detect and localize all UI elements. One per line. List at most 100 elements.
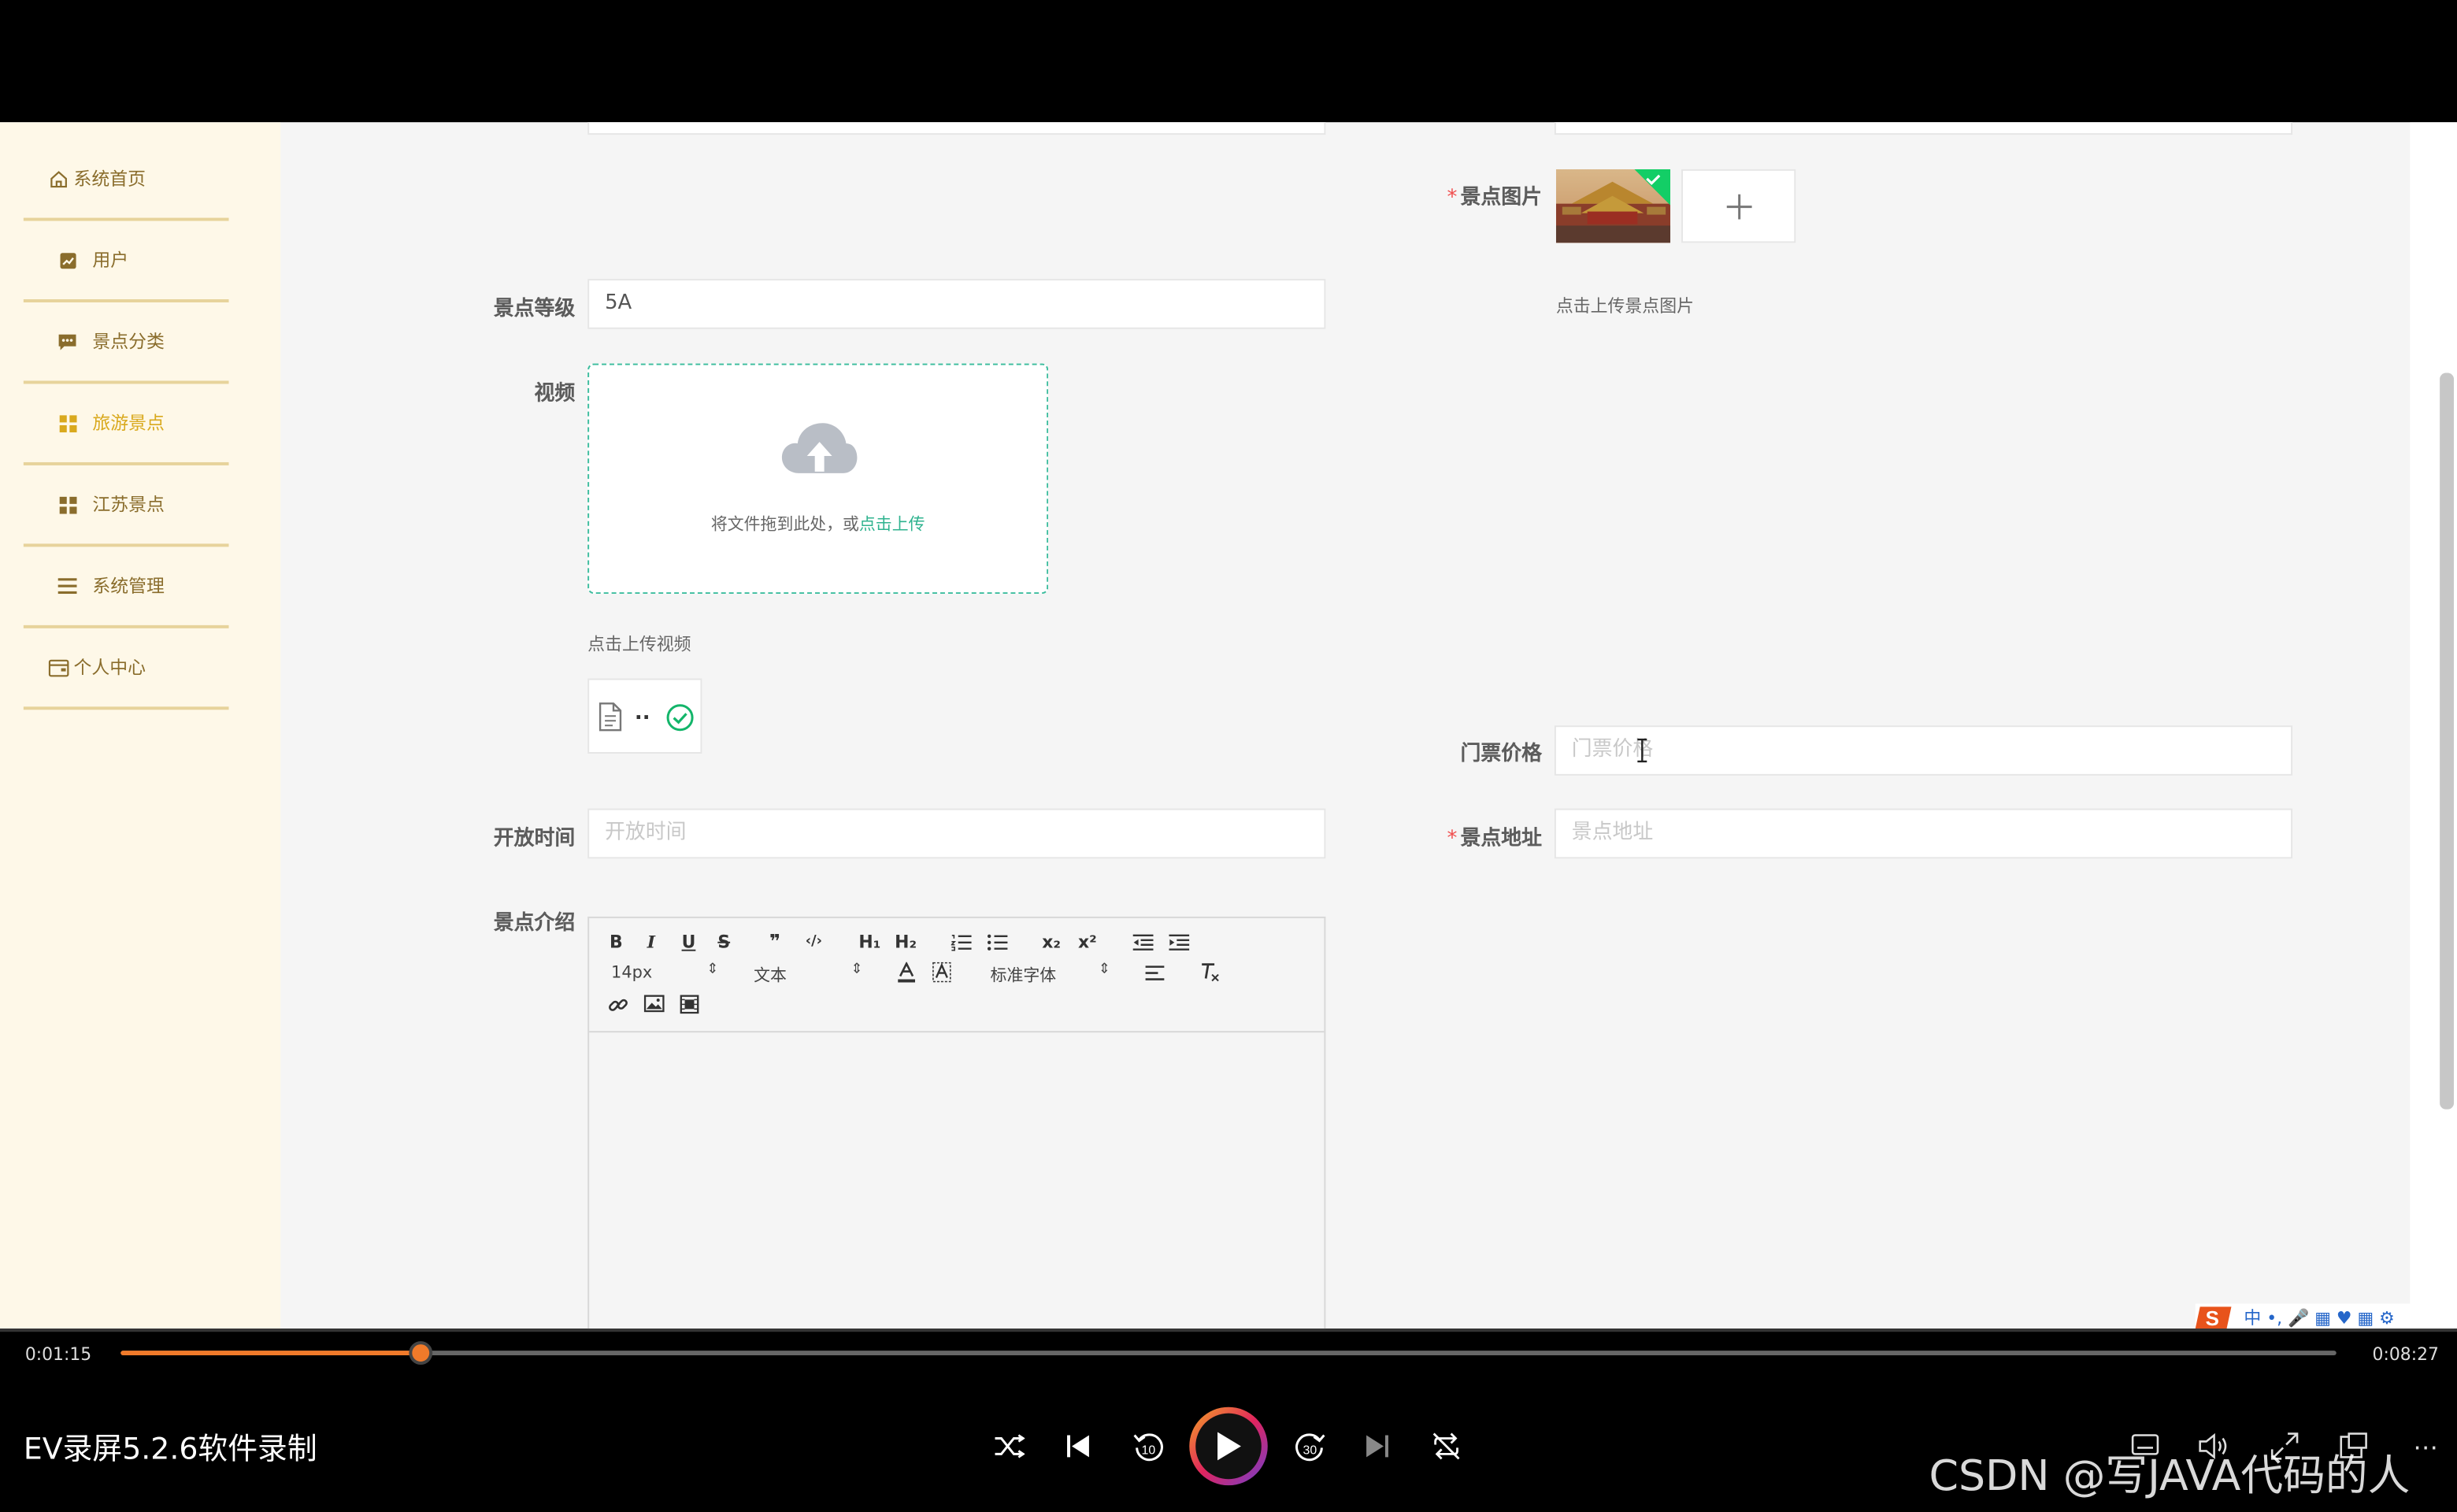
sidebar-item-label: 景点分类 (92, 330, 165, 353)
sidebar-item-home[interactable]: 系统首页 (23, 139, 229, 221)
bold-button[interactable]: B (610, 932, 623, 953)
image-upload-hint: 点击上传景点图片 (1555, 296, 1694, 317)
svg-text:S: S (2206, 1308, 2219, 1329)
align-icon[interactable] (1145, 965, 1165, 981)
font-color-icon[interactable] (898, 962, 916, 983)
address-label: * 景点地址 (1447, 827, 1542, 851)
underline-button[interactable]: U (682, 932, 696, 953)
repeat-off-button[interactable] (1429, 1429, 1464, 1464)
editor-content-area[interactable] (589, 1032, 1324, 1329)
indent-icon[interactable] (1169, 934, 1190, 951)
menu-icon (55, 573, 80, 598)
font-family-caret-icon: ⇕ (1098, 962, 1110, 978)
video-upload-dragger[interactable]: 将文件拖到此处，或点击上传 (587, 363, 1049, 595)
link-icon[interactable] (608, 995, 628, 1015)
grid-icon (55, 492, 80, 517)
image-icon[interactable] (643, 995, 665, 1013)
recording-title: EV录屏5.2.6软件录制 (23, 1432, 317, 1467)
sidebar-item-profile[interactable]: 个人中心 (23, 628, 229, 710)
video-label: 视频 (534, 382, 576, 406)
input-cut-top-left[interactable] (587, 122, 1326, 135)
h1-button[interactable]: H₁ (858, 932, 880, 953)
header-select[interactable]: 文本 (754, 964, 787, 988)
h2-button[interactable]: H₂ (895, 932, 917, 953)
more-icon: ⋯ (2413, 1431, 2439, 1462)
clear-format-icon[interactable] (1200, 962, 1221, 983)
total-time: 0:08:27 (2372, 1344, 2439, 1365)
editor-toolbar: B I U S ❞ ‹/› H₁ H₂ x₂ x² 14px ⇕ 文本 ⇕ 标准… (589, 918, 1325, 1033)
repeat-off-icon (1432, 1432, 1460, 1460)
price-label: 门票价格 (1460, 743, 1542, 766)
sidebar-item-users[interactable]: 用户 (23, 221, 229, 303)
file-icon (598, 702, 622, 732)
ordered-list-icon[interactable] (951, 934, 972, 951)
font-size-select[interactable]: 14px (611, 964, 652, 983)
csdn-watermark: CSDN @写JAVA代码的人 (1929, 1452, 2411, 1502)
price-input[interactable]: 门票价格 (1554, 725, 2293, 776)
wallet-icon (46, 655, 71, 680)
previous-button[interactable] (1062, 1431, 1094, 1462)
input-cut-top-right[interactable] (1554, 122, 2293, 135)
svg-text:30: 30 (1303, 1443, 1317, 1457)
sidebar-item-tourist-spots[interactable]: 旅游景点 (23, 384, 229, 465)
font-size-caret-icon: ⇕ (706, 962, 719, 978)
open-time-label: 开放时间 (493, 827, 576, 851)
sidebar-item-label: 系统管理 (92, 575, 165, 598)
rich-text-editor: B I U S ❞ ‹/› H₁ H₂ x₂ x² 14px ⇕ 文本 ⇕ 标准… (587, 916, 1326, 1329)
video-icon[interactable] (680, 995, 699, 1014)
sidebar-item-label: 江苏景点 (92, 493, 165, 516)
superscript-button[interactable]: x² (1078, 932, 1097, 953)
page-scrollbar[interactable] (2440, 372, 2455, 1110)
rewind-10-icon: 10 (1133, 1433, 1163, 1462)
subscript-button[interactable]: x₂ (1042, 932, 1061, 953)
upload-drag-text: 将文件拖到此处，或点击上传 (710, 515, 925, 535)
progress-knob[interactable] (409, 1341, 432, 1365)
ime-mode-icon: 中 •, 🎤 ▦ ♥ ▦ ⚙ (2244, 1308, 2395, 1329)
success-check-icon (666, 704, 694, 732)
home-icon (46, 166, 71, 191)
bullet-list-icon[interactable] (987, 934, 1008, 951)
outdent-icon[interactable] (1132, 934, 1154, 951)
progress-track[interactable] (120, 1341, 2337, 1365)
grid-icon (55, 410, 80, 435)
level-input[interactable]: 5A (587, 279, 1326, 329)
shuffle-icon (995, 1434, 1025, 1458)
progress-fill (120, 1351, 421, 1356)
skip-previous-icon (1067, 1435, 1089, 1458)
player-top-border (0, 1329, 2457, 1332)
font-family-select[interactable]: 标准字体 (991, 964, 1057, 988)
sidebar-item-label: 用户 (92, 249, 129, 272)
ime-toolbar[interactable]: S 中 •, 🎤 ▦ ♥ ▦ ⚙ (2195, 1303, 2455, 1329)
cloud-upload-icon (781, 423, 858, 473)
play-icon (1217, 1432, 1241, 1461)
click-upload-link[interactable]: 点击上传 (859, 516, 925, 535)
skip-next-icon (1366, 1435, 1388, 1458)
forward-30-button[interactable]: 30 (1292, 1428, 1329, 1466)
app-window: 系统首页 用户 景点分类 旅游景点 江苏景点 系统管理 个人中心 * 景点图片 … (0, 122, 2457, 1329)
next-button[interactable] (1362, 1431, 1393, 1462)
add-image-button[interactable] (1681, 169, 1796, 243)
code-button[interactable]: ‹/› (806, 934, 822, 950)
play-button-inner (1195, 1413, 1262, 1480)
shuffle-button[interactable] (992, 1431, 1027, 1462)
sidebar-item-jiangsu-spots[interactable]: 江苏景点 (23, 465, 229, 547)
uploaded-image-thumbnail[interactable] (1555, 169, 1671, 243)
uploaded-video-item[interactable]: .. (587, 678, 702, 754)
italic-button[interactable]: I (647, 932, 655, 953)
open-time-input[interactable]: 开放时间 (587, 808, 1326, 859)
header-caret-icon: ⇕ (850, 962, 863, 978)
address-input[interactable]: 景点地址 (1554, 808, 2293, 859)
sidebar-item-system[interactable]: 系统管理 (23, 547, 229, 628)
rewind-10-button[interactable]: 10 (1130, 1428, 1168, 1466)
forward-30-icon: 30 (1295, 1433, 1325, 1462)
video-player-controls: 0:01:15 0:08:27 EV录屏5.2.6软件录制 10 30 ⋯ CS… (0, 1329, 2457, 1512)
play-button[interactable] (1189, 1406, 1268, 1486)
strike-button[interactable]: S (717, 932, 730, 953)
quote-button[interactable]: ❞ (769, 931, 780, 953)
svg-text:10: 10 (1142, 1443, 1156, 1457)
sidebar-item-label: 系统首页 (73, 167, 146, 190)
sogou-ime-icon: S (2195, 1306, 2232, 1329)
background-color-icon[interactable] (932, 962, 951, 983)
sidebar-item-category[interactable]: 景点分类 (23, 302, 229, 384)
more-options-button[interactable]: ⋯ (2408, 1429, 2443, 1464)
